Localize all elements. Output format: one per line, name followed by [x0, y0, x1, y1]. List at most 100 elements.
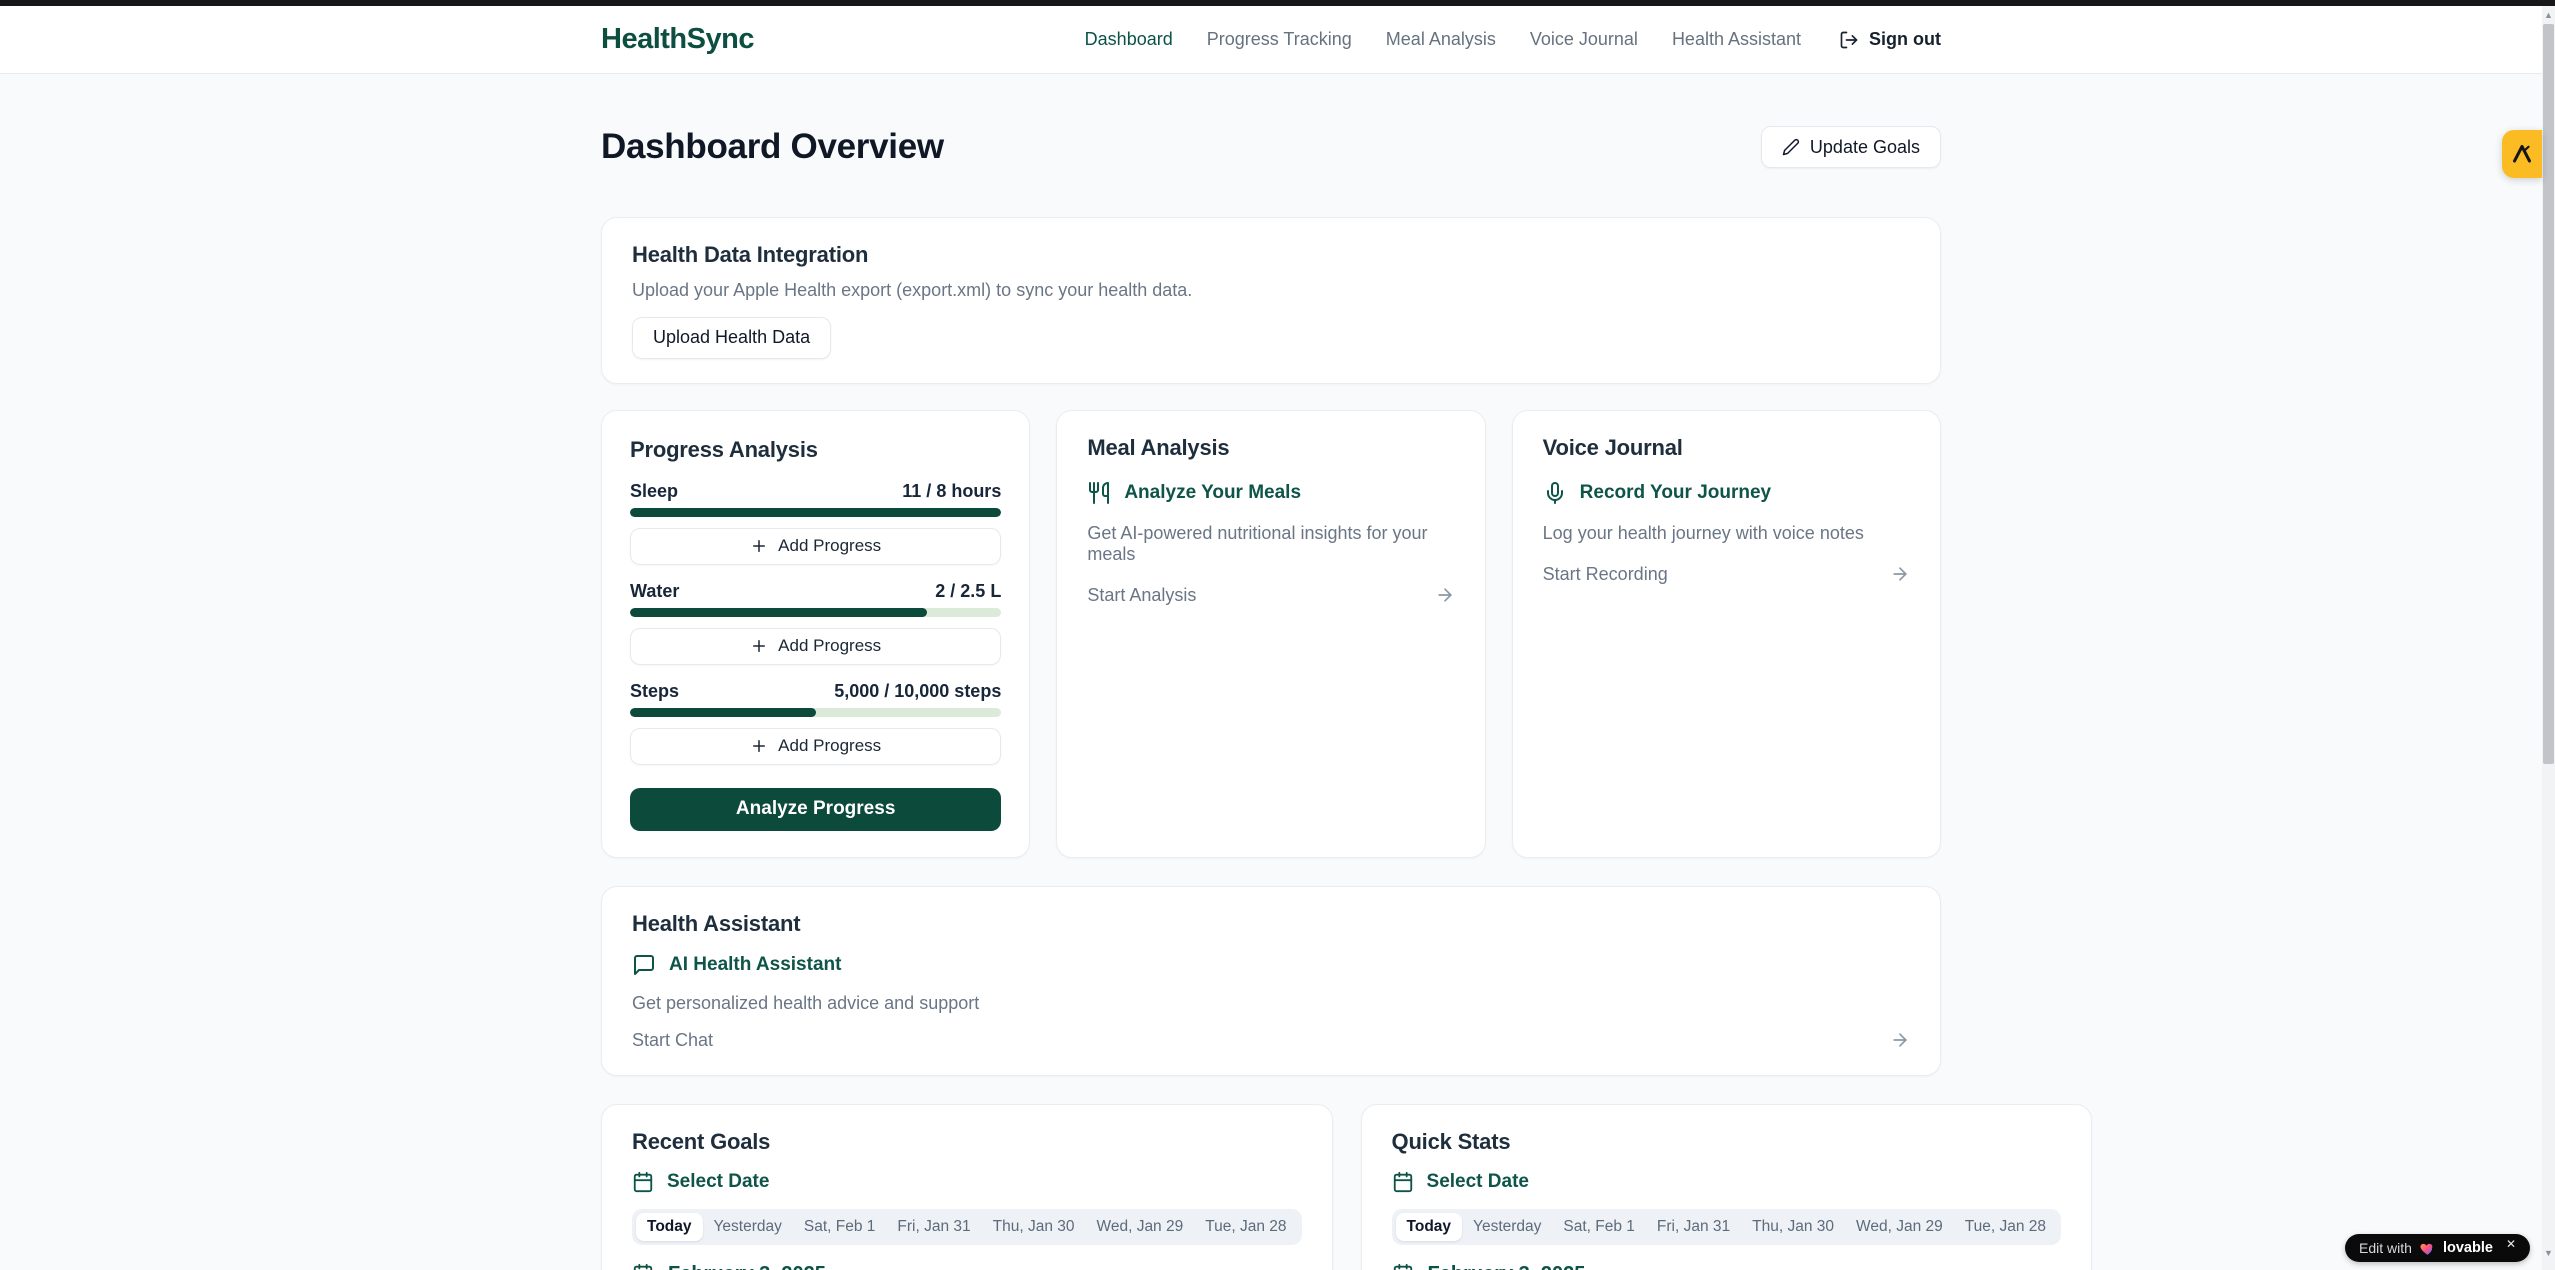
progress-analysis-title: Progress Analysis	[630, 437, 1001, 463]
analyze-your-meals-link[interactable]: Analyze Your Meals	[1087, 481, 1454, 505]
main-nav: Dashboard Progress Tracking Meal Analysi…	[1085, 29, 1941, 50]
steps-value: 5,000 / 10,000 steps	[834, 681, 1001, 702]
app-logo: HealthSync	[601, 23, 754, 56]
nav-progress-tracking[interactable]: Progress Tracking	[1207, 29, 1352, 50]
lovable-heart-icon	[2419, 1240, 2436, 1257]
start-chat-action[interactable]: Start Chat	[632, 1030, 1910, 1051]
update-goals-label: Update Goals	[1810, 137, 1920, 158]
sign-out-label: Sign out	[1869, 29, 1941, 50]
recent-goals-current-date: February 3, 2025	[632, 1263, 1302, 1270]
select-date-label: Select Date	[667, 1171, 769, 1193]
add-steps-progress-button[interactable]: Add Progress	[630, 728, 1001, 765]
lovable-logo-icon	[2510, 142, 2534, 166]
meal-analysis-title: Meal Analysis	[1087, 435, 1454, 461]
water-progress-fill	[630, 608, 927, 617]
tab-tue-jan-28[interactable]: Tue, Jan 28	[1194, 1213, 1297, 1241]
tab-tue-jan-28[interactable]: Tue, Jan 28	[1954, 1213, 2057, 1241]
tab-today[interactable]: Today	[1396, 1213, 1463, 1241]
steps-progress-bar	[630, 708, 1001, 717]
tab-fri-jan-31[interactable]: Fri, Jan 31	[886, 1213, 981, 1241]
plus-icon	[750, 637, 768, 655]
voice-journal-title: Voice Journal	[1543, 435, 1910, 461]
start-analysis-label: Start Analysis	[1087, 585, 1196, 606]
current-date-label: February 3, 2025	[1428, 1263, 1586, 1270]
add-progress-label: Add Progress	[778, 636, 881, 656]
record-your-journey-link[interactable]: Record Your Journey	[1543, 481, 1910, 505]
record-your-journey-label: Record Your Journey	[1580, 482, 1771, 504]
ai-health-assistant-link[interactable]: AI Health Assistant	[632, 953, 1910, 977]
tab-yesterday[interactable]: Yesterday	[1462, 1213, 1552, 1241]
arrow-right-icon	[1435, 585, 1455, 605]
update-goals-button[interactable]: Update Goals	[1761, 126, 1941, 168]
water-progress-bar	[630, 608, 1001, 617]
add-water-progress-button[interactable]: Add Progress	[630, 628, 1001, 665]
recent-goals-card: Recent Goals Select Date Today Yesterday…	[601, 1104, 1333, 1270]
upload-health-data-button[interactable]: Upload Health Data	[632, 317, 831, 359]
tab-sat-feb-1[interactable]: Sat, Feb 1	[793, 1213, 887, 1241]
pencil-icon	[1782, 138, 1800, 156]
tab-thu-jan-30[interactable]: Thu, Jan 30	[982, 1213, 1086, 1241]
add-sleep-progress-button[interactable]: Add Progress	[630, 528, 1001, 565]
recent-goals-select-date-button[interactable]: Select Date	[632, 1171, 1302, 1193]
log-out-icon	[1839, 30, 1859, 50]
start-recording-label: Start Recording	[1543, 564, 1668, 585]
lovable-edit-handle[interactable]	[2502, 130, 2542, 178]
tab-yesterday[interactable]: Yesterday	[703, 1213, 793, 1241]
quick-stats-current-date: February 3, 2025	[1392, 1263, 2062, 1270]
nav-dashboard[interactable]: Dashboard	[1085, 29, 1173, 50]
steps-label: Steps	[630, 681, 679, 702]
quick-stats-card: Quick Stats Select Date Today Yesterday …	[1361, 1104, 2093, 1270]
voice-journal-description: Log your health journey with voice notes	[1543, 523, 1910, 544]
browser-top-strip	[0, 0, 2555, 6]
sleep-progress-bar	[630, 508, 1001, 517]
steps-progress-fill	[630, 708, 816, 717]
badge-close-icon[interactable]: ✕	[2506, 1237, 2516, 1251]
tab-today[interactable]: Today	[636, 1213, 703, 1241]
add-progress-label: Add Progress	[778, 536, 881, 556]
meal-analysis-card: Meal Analysis Analyze Your Meals Get AI-…	[1056, 410, 1485, 858]
calendar-icon	[632, 1263, 654, 1270]
scrollbar-up-arrow-icon[interactable]: ▲	[2542, 8, 2555, 21]
recent-goals-date-tabs: Today Yesterday Sat, Feb 1 Fri, Jan 31 T…	[632, 1209, 1302, 1245]
scrollbar-down-arrow-icon[interactable]: ▼	[2542, 1246, 2555, 1259]
calendar-icon	[632, 1171, 654, 1193]
app-header: HealthSync Dashboard Progress Tracking M…	[0, 6, 2542, 74]
tab-sat-feb-1[interactable]: Sat, Feb 1	[1552, 1213, 1646, 1241]
calendar-icon	[1392, 1171, 1414, 1193]
health-data-description: Upload your Apple Health export (export.…	[632, 280, 1910, 301]
tab-fri-jan-31[interactable]: Fri, Jan 31	[1646, 1213, 1741, 1241]
scrollbar-thumb[interactable]	[2543, 24, 2554, 764]
analyze-progress-button[interactable]: Analyze Progress	[630, 788, 1001, 831]
health-assistant-card: Health Assistant AI Health Assistant Get…	[601, 886, 1941, 1076]
quick-stats-select-date-button[interactable]: Select Date	[1392, 1171, 2062, 1193]
plus-icon	[750, 537, 768, 555]
ai-health-assistant-label: AI Health Assistant	[669, 954, 841, 976]
nav-meal-analysis[interactable]: Meal Analysis	[1386, 29, 1496, 50]
meal-analysis-description: Get AI-powered nutritional insights for …	[1087, 523, 1454, 565]
edit-with-label: Edit with	[2359, 1240, 2412, 1256]
health-assistant-title: Health Assistant	[632, 911, 1910, 937]
start-chat-label: Start Chat	[632, 1030, 713, 1051]
calendar-icon	[1392, 1263, 1414, 1270]
voice-journal-card: Voice Journal Record Your Journey Log yo…	[1512, 410, 1941, 858]
start-recording-action[interactable]: Start Recording	[1543, 564, 1910, 585]
main-content: Dashboard Overview Update Goals Health D…	[601, 74, 1941, 1270]
water-value: 2 / 2.5 L	[935, 581, 1001, 602]
tab-thu-jan-30[interactable]: Thu, Jan 30	[1741, 1213, 1845, 1241]
quick-stats-date-tabs: Today Yesterday Sat, Feb 1 Fri, Jan 31 T…	[1392, 1209, 2062, 1245]
quick-stats-title: Quick Stats	[1392, 1129, 2062, 1155]
sleep-value: 11 / 8 hours	[902, 481, 1001, 502]
edit-with-lovable-badge[interactable]: Edit with lovable ✕	[2345, 1234, 2530, 1262]
current-date-label: February 3, 2025	[668, 1263, 826, 1270]
tab-wed-jan-29[interactable]: Wed, Jan 29	[1085, 1213, 1194, 1241]
nav-voice-journal[interactable]: Voice Journal	[1530, 29, 1638, 50]
microphone-icon	[1543, 481, 1567, 505]
nav-health-assistant[interactable]: Health Assistant	[1672, 29, 1801, 50]
arrow-right-icon	[1890, 1030, 1910, 1050]
sign-out-button[interactable]: Sign out	[1839, 29, 1941, 50]
progress-analysis-card: Progress Analysis Sleep 11 / 8 hours Add…	[601, 410, 1030, 858]
start-analysis-action[interactable]: Start Analysis	[1087, 585, 1454, 606]
lovable-brand-label: lovable	[2443, 1240, 2493, 1256]
vertical-scrollbar[interactable]: ▲ ▼	[2542, 6, 2555, 1270]
tab-wed-jan-29[interactable]: Wed, Jan 29	[1845, 1213, 1954, 1241]
